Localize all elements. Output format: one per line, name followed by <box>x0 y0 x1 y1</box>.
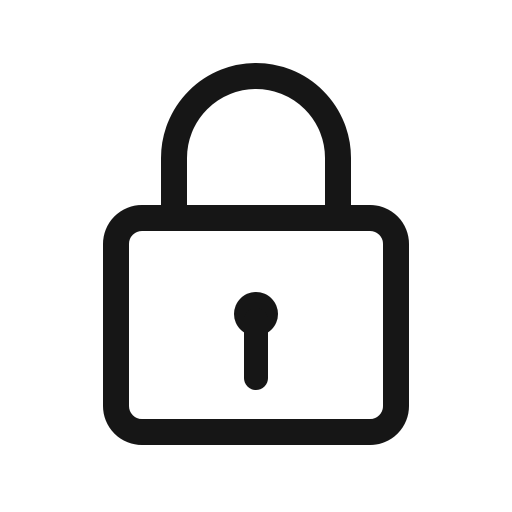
lock-icon-canvas <box>0 0 512 512</box>
lock-icon <box>103 63 409 445</box>
lock-shackle <box>161 63 351 218</box>
